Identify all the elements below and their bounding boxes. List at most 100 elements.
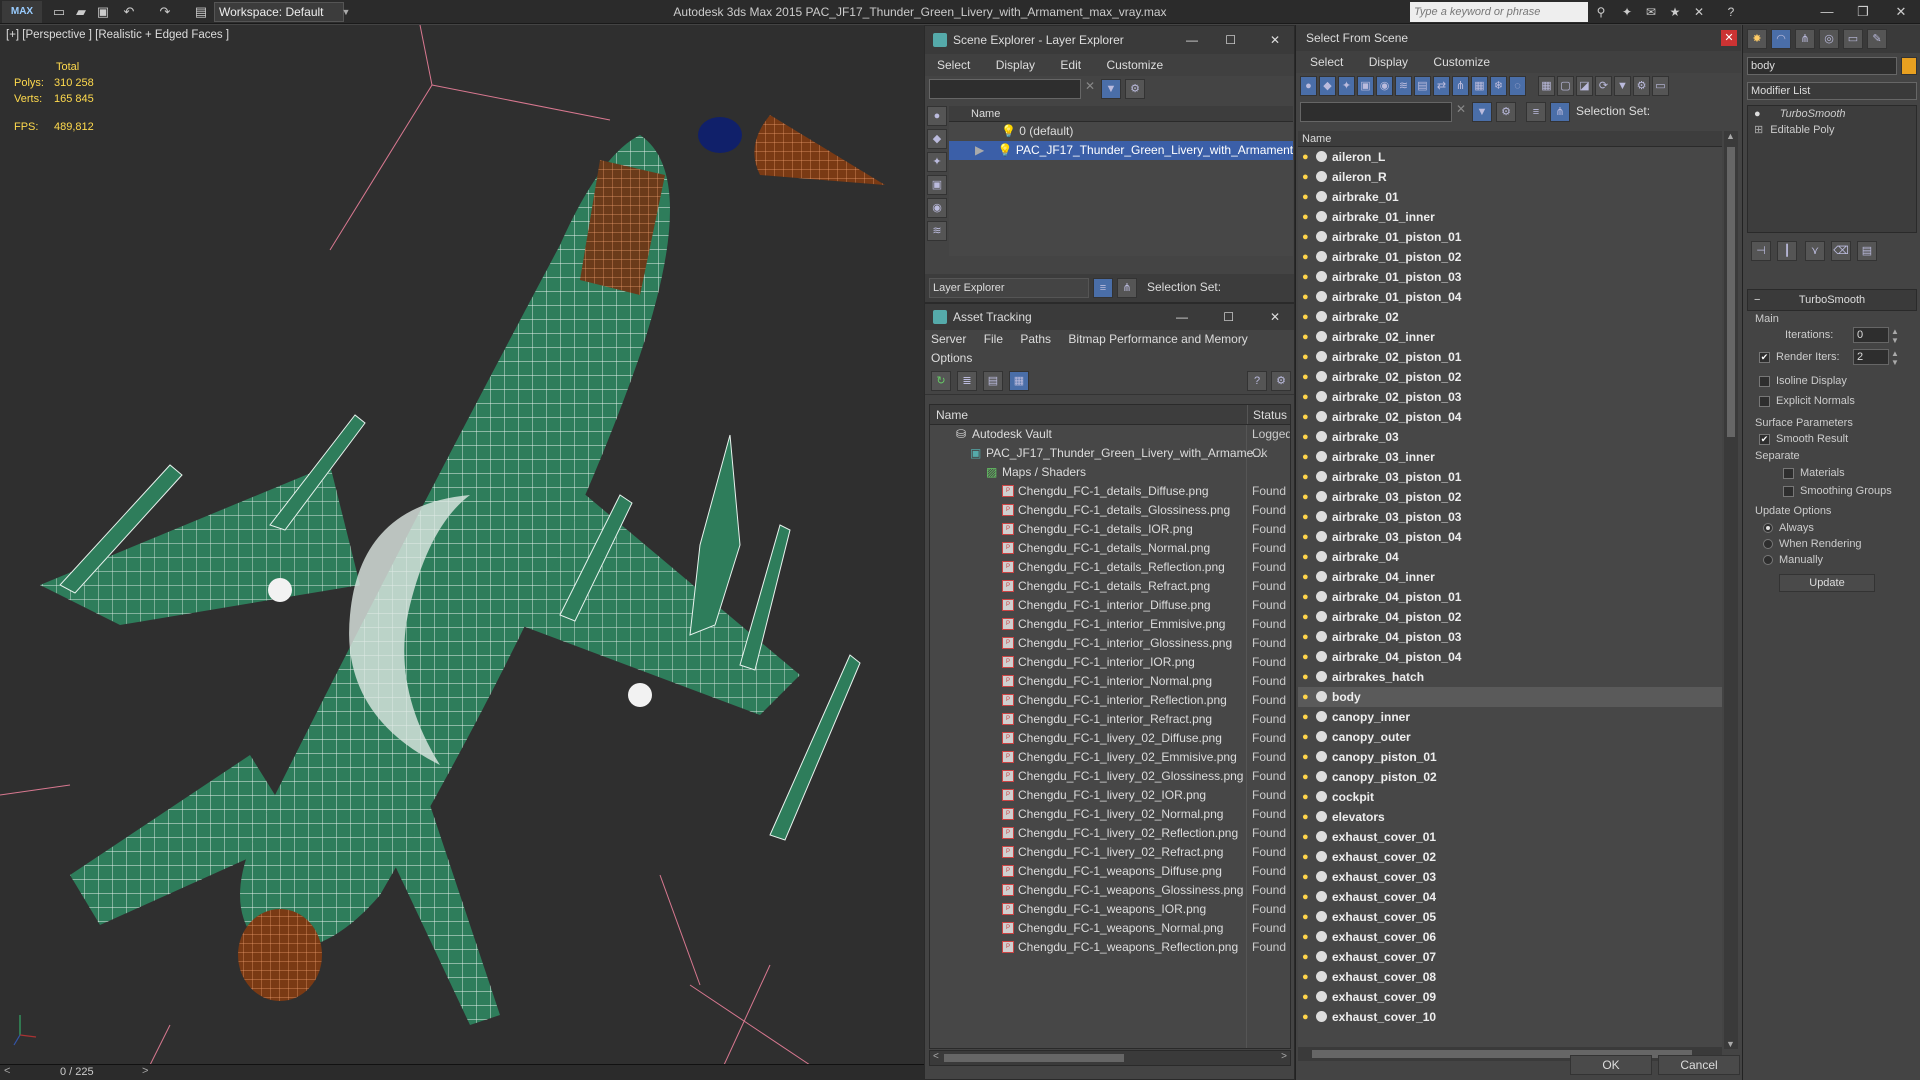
- render-iters-checkbox[interactable]: ✔: [1759, 351, 1770, 363]
- lightbulb-icon[interactable]: ●: [1302, 887, 1309, 907]
- lightbulb-icon[interactable]: ●: [1302, 827, 1309, 847]
- texture-row[interactable]: P Chengdu_FC-1_interior_Reflection.png Fou…: [930, 691, 1290, 710]
- object-row[interactable]: ● airbrake_01_piston_02: [1298, 247, 1722, 267]
- exchange-icon[interactable]: ✕: [1690, 3, 1708, 21]
- chevron-down-icon[interactable]: ▼: [336, 2, 356, 22]
- display-invert-icon[interactable]: ◪: [1576, 76, 1593, 96]
- scrollbar-thumb[interactable]: [1727, 147, 1735, 437]
- restore-icon[interactable]: ❐: [1846, 0, 1880, 24]
- object-row[interactable]: ● airbrake_04_piston_02: [1298, 607, 1722, 627]
- viewport-label[interactable]: [+] [Perspective ] [Realistic + Edged Fa…: [6, 29, 229, 41]
- layer-explorer-icon[interactable]: ≡: [1526, 102, 1546, 122]
- create-tab-icon[interactable]: ✸: [1747, 29, 1767, 49]
- modify-tab-icon[interactable]: ◠: [1771, 29, 1791, 49]
- object-row[interactable]: ● airbrake_02: [1298, 307, 1722, 327]
- lightbulb-icon[interactable]: ●: [1302, 587, 1309, 607]
- scrollbar-thumb[interactable]: [944, 1054, 1124, 1062]
- communication-icon[interactable]: ✉: [1642, 3, 1660, 21]
- object-row[interactable]: ● exhaust_cover_01: [1298, 827, 1722, 847]
- materials-checkbox[interactable]: [1783, 467, 1794, 479]
- lightbulb-icon[interactable]: ●: [1302, 147, 1309, 167]
- object-row[interactable]: ● airbrake_01_piston_03: [1298, 267, 1722, 287]
- display-groups-icon[interactable]: ▤: [1414, 76, 1431, 96]
- display-hidden-icon[interactable]: ◌: [1509, 76, 1526, 96]
- favorites-icon[interactable]: ★: [1666, 3, 1684, 21]
- lightbulb-icon[interactable]: ●: [1302, 427, 1309, 447]
- display-tab-icon[interactable]: ▭: [1843, 29, 1863, 49]
- menu-server[interactable]: Server: [931, 332, 966, 346]
- display-options-icon[interactable]: ⚙: [1633, 76, 1650, 96]
- clear-icon[interactable]: ✕: [1456, 102, 1466, 116]
- lightbulb-icon[interactable]: ●: [1302, 347, 1309, 367]
- object-row[interactable]: ● airbrake_03_piston_04: [1298, 527, 1722, 547]
- layer-row-default[interactable]: 💡 0 (default): [949, 122, 1293, 141]
- display-sync-icon[interactable]: ⟳: [1595, 76, 1612, 96]
- table-view-icon[interactable]: ▦: [1009, 371, 1029, 391]
- object-row[interactable]: ● airbrake_02_piston_04: [1298, 407, 1722, 427]
- object-row[interactable]: ● airbrake_03_piston_01: [1298, 467, 1722, 487]
- object-row[interactable]: ● elevators: [1298, 807, 1722, 827]
- object-row[interactable]: ● canopy_outer: [1298, 727, 1722, 747]
- display-cameras-icon[interactable]: ▣: [1357, 76, 1374, 96]
- scroll-right-icon[interactable]: >: [1281, 1051, 1287, 1062]
- texture-row[interactable]: P Chengdu_FC-1_livery_02_IOR.png Found: [930, 786, 1290, 805]
- display-xrefs-icon[interactable]: ⇄: [1433, 76, 1450, 96]
- horizontal-scrollbar[interactable]: < >: [929, 1050, 1291, 1066]
- display-shapes-icon[interactable]: ◆: [927, 129, 947, 149]
- explicit-normals-checkbox[interactable]: [1759, 395, 1770, 407]
- menu-select[interactable]: Select: [937, 58, 970, 72]
- object-row[interactable]: ● airbrake_01_piston_04: [1298, 287, 1722, 307]
- maximize-icon[interactable]: ☐: [1225, 26, 1236, 54]
- lightbulb-icon[interactable]: ●: [1302, 487, 1309, 507]
- display-lights-icon[interactable]: ✦: [927, 152, 947, 172]
- lightbulb-icon[interactable]: ●: [1302, 867, 1309, 887]
- close-icon[interactable]: ✕: [1270, 26, 1280, 54]
- display-helpers-icon[interactable]: ◉: [1376, 76, 1393, 96]
- texture-row[interactable]: P Chengdu_FC-1_details_Diffuse.png Found: [930, 482, 1290, 501]
- object-row[interactable]: ● exhaust_cover_10: [1298, 1007, 1722, 1027]
- show-end-result-icon[interactable]: ┃: [1777, 241, 1797, 261]
- texture-row[interactable]: P Chengdu_FC-1_livery_02_Emmisive.png Foun…: [930, 748, 1290, 767]
- display-filter-icon[interactable]: ▼: [1614, 76, 1631, 96]
- object-row[interactable]: ● airbrake_01_piston_01: [1298, 227, 1722, 247]
- lightbulb-icon[interactable]: ●: [1302, 627, 1309, 647]
- menu-bitmap-performance[interactable]: Bitmap Performance and Memory: [1068, 332, 1247, 346]
- subscription-icon[interactable]: ✦: [1618, 3, 1636, 21]
- menu-customize[interactable]: Customize: [1433, 55, 1490, 69]
- lightbulb-icon[interactable]: ●: [1302, 667, 1309, 687]
- lightbulb-icon[interactable]: ●: [1302, 987, 1309, 1007]
- texture-row[interactable]: P Chengdu_FC-1_interior_Diffuse.png Found: [930, 596, 1290, 615]
- lightbulb-icon[interactable]: ●: [1302, 287, 1309, 307]
- object-row[interactable]: ● airbrake_04_piston_03: [1298, 627, 1722, 647]
- object-row[interactable]: ● airbrake_02_inner: [1298, 327, 1722, 347]
- undo-icon[interactable]: ↶: [120, 3, 138, 21]
- turbosmooth-rollout-header[interactable]: − TurboSmooth: [1747, 289, 1917, 311]
- lightbulb-icon[interactable]: ●: [1302, 567, 1309, 587]
- object-row[interactable]: ● exhaust_cover_09: [1298, 987, 1722, 1007]
- texture-row[interactable]: P Chengdu_FC-1_details_Reflection.png Foun…: [930, 558, 1290, 577]
- texture-row[interactable]: P Chengdu_FC-1_interior_IOR.png Found: [930, 653, 1290, 672]
- display-cameras-icon[interactable]: ▣: [927, 175, 947, 195]
- lightbulb-icon[interactable]: ●: [1302, 307, 1309, 327]
- name-column-header[interactable]: Name: [949, 106, 1293, 122]
- object-row[interactable]: ● aileron_R: [1298, 167, 1722, 187]
- lightbulb-icon[interactable]: 💡: [1001, 124, 1016, 138]
- display-helpers-icon[interactable]: ◉: [927, 198, 947, 218]
- object-row[interactable]: ● canopy_piston_01: [1298, 747, 1722, 767]
- texture-row[interactable]: P Chengdu_FC-1_livery_02_Diffuse.png Found: [930, 729, 1290, 748]
- lightbulb-icon[interactable]: ●: [1302, 927, 1309, 947]
- filter-icon[interactable]: ▼: [1472, 102, 1492, 122]
- lightbulb-icon[interactable]: ●: [1302, 687, 1309, 707]
- layer-explorer-icon[interactable]: ≡: [1093, 278, 1113, 298]
- new-file-icon[interactable]: ▭: [50, 3, 68, 21]
- asset-row-maps[interactable]: ▨ Maps / Shaders: [930, 463, 1290, 482]
- time-slider[interactable]: < 0 / 225 >: [0, 1064, 924, 1080]
- detail-view-icon[interactable]: ▤: [983, 371, 1003, 391]
- object-name-field[interactable]: body: [1747, 57, 1897, 75]
- when-rendering-radio[interactable]: [1763, 539, 1773, 550]
- modifier-list-dropdown[interactable]: Modifier List: [1747, 82, 1917, 100]
- lightbulb-icon[interactable]: ●: [1302, 267, 1309, 287]
- search-input[interactable]: Type a keyword or phrase: [1410, 2, 1588, 22]
- texture-row[interactable]: P Chengdu_FC-1_livery_02_Reflection.png Fo…: [930, 824, 1290, 843]
- object-row[interactable]: ● airbrake_03: [1298, 427, 1722, 447]
